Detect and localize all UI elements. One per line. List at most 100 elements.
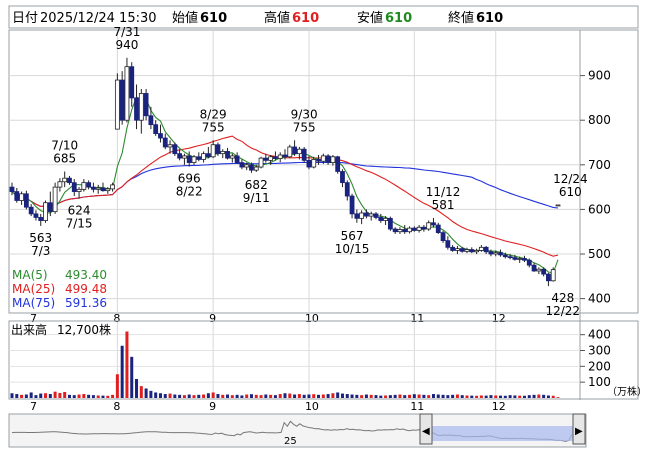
candle bbox=[177, 149, 183, 161]
volume-bar bbox=[197, 394, 201, 398]
price-tick-label: 500 bbox=[588, 247, 611, 261]
month-label: 11 bbox=[410, 312, 424, 325]
candle-body-down bbox=[354, 213, 360, 219]
candle-body-down bbox=[282, 154, 288, 158]
volume-bar bbox=[470, 395, 474, 398]
volume-bar bbox=[527, 395, 531, 398]
candle bbox=[234, 152, 240, 164]
volume-bar bbox=[518, 395, 522, 398]
candle bbox=[354, 209, 360, 223]
price-annotation: 7/31940 bbox=[113, 25, 140, 52]
candle bbox=[38, 213, 44, 226]
month-label: 12 bbox=[492, 400, 506, 413]
annotation-price: 696 bbox=[178, 172, 201, 186]
candle bbox=[67, 175, 72, 185]
volume-bar bbox=[384, 395, 388, 398]
candle bbox=[134, 84, 139, 130]
candle bbox=[277, 152, 283, 163]
candle-body-down bbox=[507, 256, 513, 259]
volume-bar bbox=[551, 395, 555, 398]
candle bbox=[546, 272, 551, 287]
price-tick-label: 700 bbox=[588, 158, 611, 172]
candle bbox=[522, 255, 527, 263]
annotation-price: 755 bbox=[293, 120, 316, 134]
volume-bar bbox=[269, 394, 273, 398]
candle-body-down bbox=[421, 226, 427, 230]
candle bbox=[359, 210, 365, 225]
candle-body-down bbox=[234, 155, 240, 163]
volume-bar bbox=[15, 394, 19, 398]
candle bbox=[330, 154, 336, 166]
legend-ma5-value: 493.40 bbox=[65, 268, 107, 282]
candle bbox=[373, 212, 379, 220]
candle bbox=[292, 140, 297, 156]
volume-bar bbox=[398, 394, 402, 398]
volume-tick-label: 300 bbox=[588, 344, 611, 358]
month-label: 8 bbox=[113, 400, 120, 413]
volume-bar bbox=[273, 395, 277, 398]
candle-body-down bbox=[172, 144, 178, 155]
overview-selection[interactable] bbox=[429, 426, 574, 441]
candle-body-down bbox=[502, 254, 508, 258]
volume-bar bbox=[39, 393, 43, 398]
volume-bar bbox=[211, 392, 215, 398]
annotation-price: 940 bbox=[115, 38, 138, 52]
candle bbox=[478, 245, 484, 252]
candle-body-down bbox=[67, 177, 72, 184]
annotation-date: 7/10 bbox=[51, 139, 78, 153]
candle-body-up bbox=[52, 186, 58, 213]
candle-body-down bbox=[153, 124, 159, 134]
candle-body-up bbox=[493, 252, 499, 255]
candle-body-up bbox=[478, 246, 484, 251]
candle bbox=[531, 262, 537, 272]
volume-bar bbox=[264, 394, 268, 398]
volume-bar bbox=[489, 395, 493, 398]
price-annotation: 12/24610 bbox=[553, 172, 588, 199]
volume-bar bbox=[431, 394, 435, 398]
candle bbox=[28, 204, 34, 217]
volume-bar bbox=[187, 394, 191, 398]
price-annotation: 6968/22 bbox=[176, 172, 203, 199]
overview-scrollbar[interactable]: ◀ ▶ 25 bbox=[8, 413, 587, 448]
candle bbox=[416, 225, 422, 233]
volume-bars bbox=[10, 331, 560, 398]
volume-grid bbox=[9, 334, 580, 383]
candle bbox=[340, 169, 345, 188]
volume-bar bbox=[130, 356, 134, 398]
volume-bar bbox=[77, 394, 81, 398]
annotation-price: 610 bbox=[559, 185, 582, 199]
candle bbox=[455, 245, 460, 255]
candle bbox=[129, 62, 135, 107]
candle-body-up bbox=[110, 184, 115, 190]
candle bbox=[71, 179, 77, 197]
candle-body-down bbox=[512, 257, 518, 260]
date-value: 2025/12/24 15:30 bbox=[40, 11, 157, 26]
volume-bar bbox=[379, 395, 383, 398]
candle bbox=[450, 245, 456, 252]
candle bbox=[364, 209, 369, 219]
candle-body-up bbox=[536, 268, 542, 272]
candle-body-down bbox=[373, 213, 379, 218]
volume-bar bbox=[403, 395, 407, 398]
candle-body-down bbox=[196, 156, 202, 160]
candle-body-down bbox=[402, 229, 408, 233]
volume-bar bbox=[484, 395, 488, 398]
close-label: 終値 bbox=[448, 10, 474, 26]
volume-bar bbox=[178, 394, 182, 398]
candle-body-up bbox=[330, 156, 336, 163]
candle-body-up bbox=[138, 93, 144, 121]
candle-body-down bbox=[177, 153, 183, 159]
volume-bar bbox=[503, 395, 507, 398]
volume-bar bbox=[206, 393, 210, 398]
volume-bar bbox=[312, 394, 316, 398]
annotation-price: 682 bbox=[245, 178, 268, 192]
candle bbox=[397, 227, 403, 234]
candle bbox=[344, 180, 350, 201]
candle-body-up bbox=[320, 155, 326, 162]
candle-body-down bbox=[239, 162, 245, 168]
candle bbox=[14, 188, 20, 203]
volume-bar bbox=[235, 394, 239, 398]
candle bbox=[182, 153, 187, 165]
volume-bar bbox=[532, 394, 536, 398]
candle-body-up bbox=[277, 154, 283, 159]
